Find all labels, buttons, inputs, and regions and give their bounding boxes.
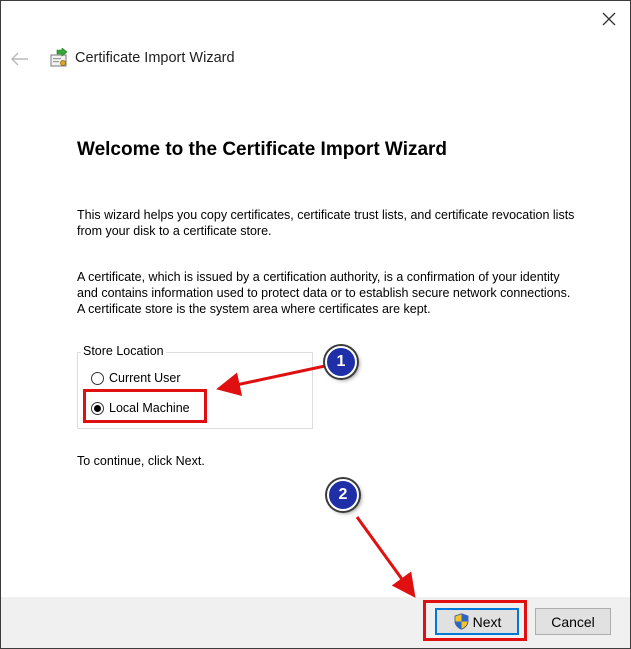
- certificate-icon: [50, 48, 68, 67]
- certificate-import-wizard-window: Certificate Import Wizard Welcome to the…: [0, 0, 631, 649]
- current-user-radio-option[interactable]: Current User: [91, 369, 181, 387]
- step-1-badge: 1: [325, 346, 357, 378]
- cancel-button[interactable]: Cancel: [535, 608, 611, 635]
- current-user-label: Current User: [109, 371, 181, 385]
- store-location-legend: Store Location: [81, 344, 166, 358]
- next-button-highlight: [423, 600, 527, 641]
- intro-paragraph: This wizard helps you copy certificates,…: [77, 208, 575, 238]
- back-button[interactable]: [7, 45, 33, 73]
- current-user-radio[interactable]: [91, 371, 104, 385]
- close-button[interactable]: [589, 1, 629, 37]
- page-heading: Welcome to the Certificate Import Wizard: [77, 139, 448, 160]
- cancel-button-label: Cancel: [551, 613, 595, 630]
- back-arrow-icon: [11, 52, 28, 66]
- close-icon: [602, 12, 616, 26]
- continue-instruction: To continue, click Next.: [77, 454, 205, 468]
- local-machine-highlight: [83, 389, 207, 423]
- window-title: Certificate Import Wizard: [75, 50, 235, 66]
- description-paragraph: A certificate, which is issued by a cert…: [77, 270, 571, 316]
- step-2-badge: 2: [327, 479, 359, 511]
